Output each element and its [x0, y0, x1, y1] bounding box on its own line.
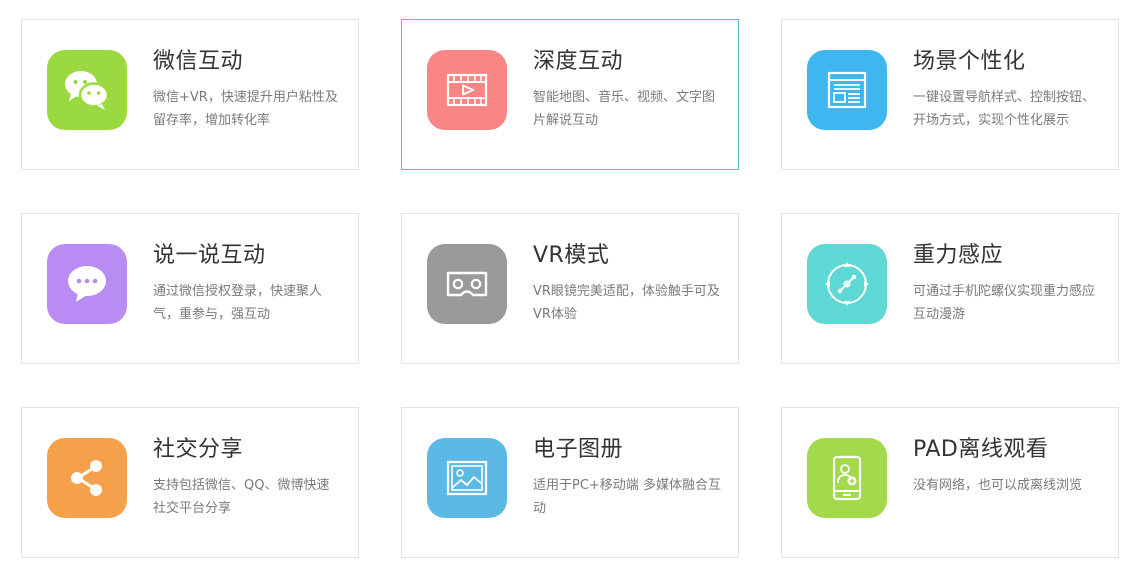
chat-bubble-icon — [68, 266, 106, 302]
feature-title: 重力感应 — [913, 243, 1004, 268]
feature-description: 智能地图、音乐、视频、文字图片解说互动 — [533, 90, 716, 128]
icon-tile-album — [427, 438, 507, 518]
feature-description: 适用于PC+移动端 多媒体融合互动 — [533, 478, 721, 516]
feature-title: PAD离线观看 — [913, 437, 1049, 462]
picture-icon — [446, 460, 488, 496]
feature-card-talk[interactable]: 说一说互动 通过微信授权登录，快速聚人气，重参与，强互动 — [21, 213, 359, 364]
feature-title: 深度互动 — [533, 49, 624, 74]
wechat-icon — [65, 71, 110, 110]
feature-title: 说一说互动 — [153, 243, 266, 268]
feature-description: 支持包括微信、QQ、微博快速社交平台分享 — [153, 478, 330, 516]
icon-tile-wechat — [47, 50, 127, 130]
vr-glasses-icon — [446, 271, 488, 297]
feature-card-e-album[interactable]: 电子图册 适用于PC+移动端 多媒体融合互动 — [401, 407, 739, 558]
feature-card-scene-personalize[interactable]: 场景个性化 一键设置导航样式、控制按钮、开场方式，实现个性化展示 — [781, 19, 1119, 170]
feature-title: 社交分享 — [153, 437, 244, 462]
feature-title: 微信互动 — [153, 49, 244, 74]
icon-tile-talk — [47, 244, 127, 324]
icon-tile-gravity — [807, 244, 887, 324]
tablet-icon — [832, 455, 862, 501]
feature-title: 场景个性化 — [913, 49, 1026, 74]
feature-description: 一键设置导航样式、控制按钮、开场方式，实现个性化展示 — [913, 90, 1096, 128]
feature-card-social-share[interactable]: 社交分享 支持包括微信、QQ、微博快速社交平台分享 — [21, 407, 359, 558]
share-icon — [71, 460, 102, 496]
icon-tile-deep — [427, 50, 507, 130]
icon-tile-scene — [807, 50, 887, 130]
icon-tile-social — [47, 438, 127, 518]
icon-tile-pad — [807, 438, 887, 518]
feature-card-pad-offline[interactable]: PAD离线观看 没有网络，也可以成离线浏览 — [781, 407, 1119, 558]
feature-description: 没有网络，也可以成离线浏览 — [913, 478, 1083, 493]
feature-card-deep-interaction[interactable]: 深度互动 智能地图、音乐、视频、文字图片解说互动 — [401, 19, 739, 170]
feature-description: 微信+VR，快速提升用户粘性及留存率，增加转化率 — [153, 90, 338, 128]
feature-title: 电子图册 — [533, 437, 624, 462]
feature-description: 通过微信授权登录，快速聚人气，重参与，强互动 — [153, 284, 323, 322]
feature-card-gravity[interactable]: 重力感应 可通过手机陀螺仪实现重力感应互动漫游 — [781, 213, 1119, 364]
compass-icon — [825, 262, 869, 306]
layout-icon — [827, 71, 867, 109]
feature-card-wechat[interactable]: 微信互动 微信+VR，快速提升用户粘性及留存率，增加转化率 — [21, 19, 359, 170]
feature-grid: 微信互动 微信+VR，快速提升用户粘性及留存率，增加转化率 深度互动 智能地图、… — [0, 0, 1136, 574]
feature-description: VR眼镜完美适配，体验触手可及VR体验 — [533, 284, 720, 322]
feature-description: 可通过手机陀螺仪实现重力感应互动漫游 — [913, 284, 1096, 322]
film-icon — [446, 73, 488, 107]
feature-card-vr-mode[interactable]: VR模式 VR眼镜完美适配，体验触手可及VR体验 — [401, 213, 739, 364]
icon-tile-vr — [427, 244, 507, 324]
feature-title: VR模式 — [533, 243, 610, 268]
